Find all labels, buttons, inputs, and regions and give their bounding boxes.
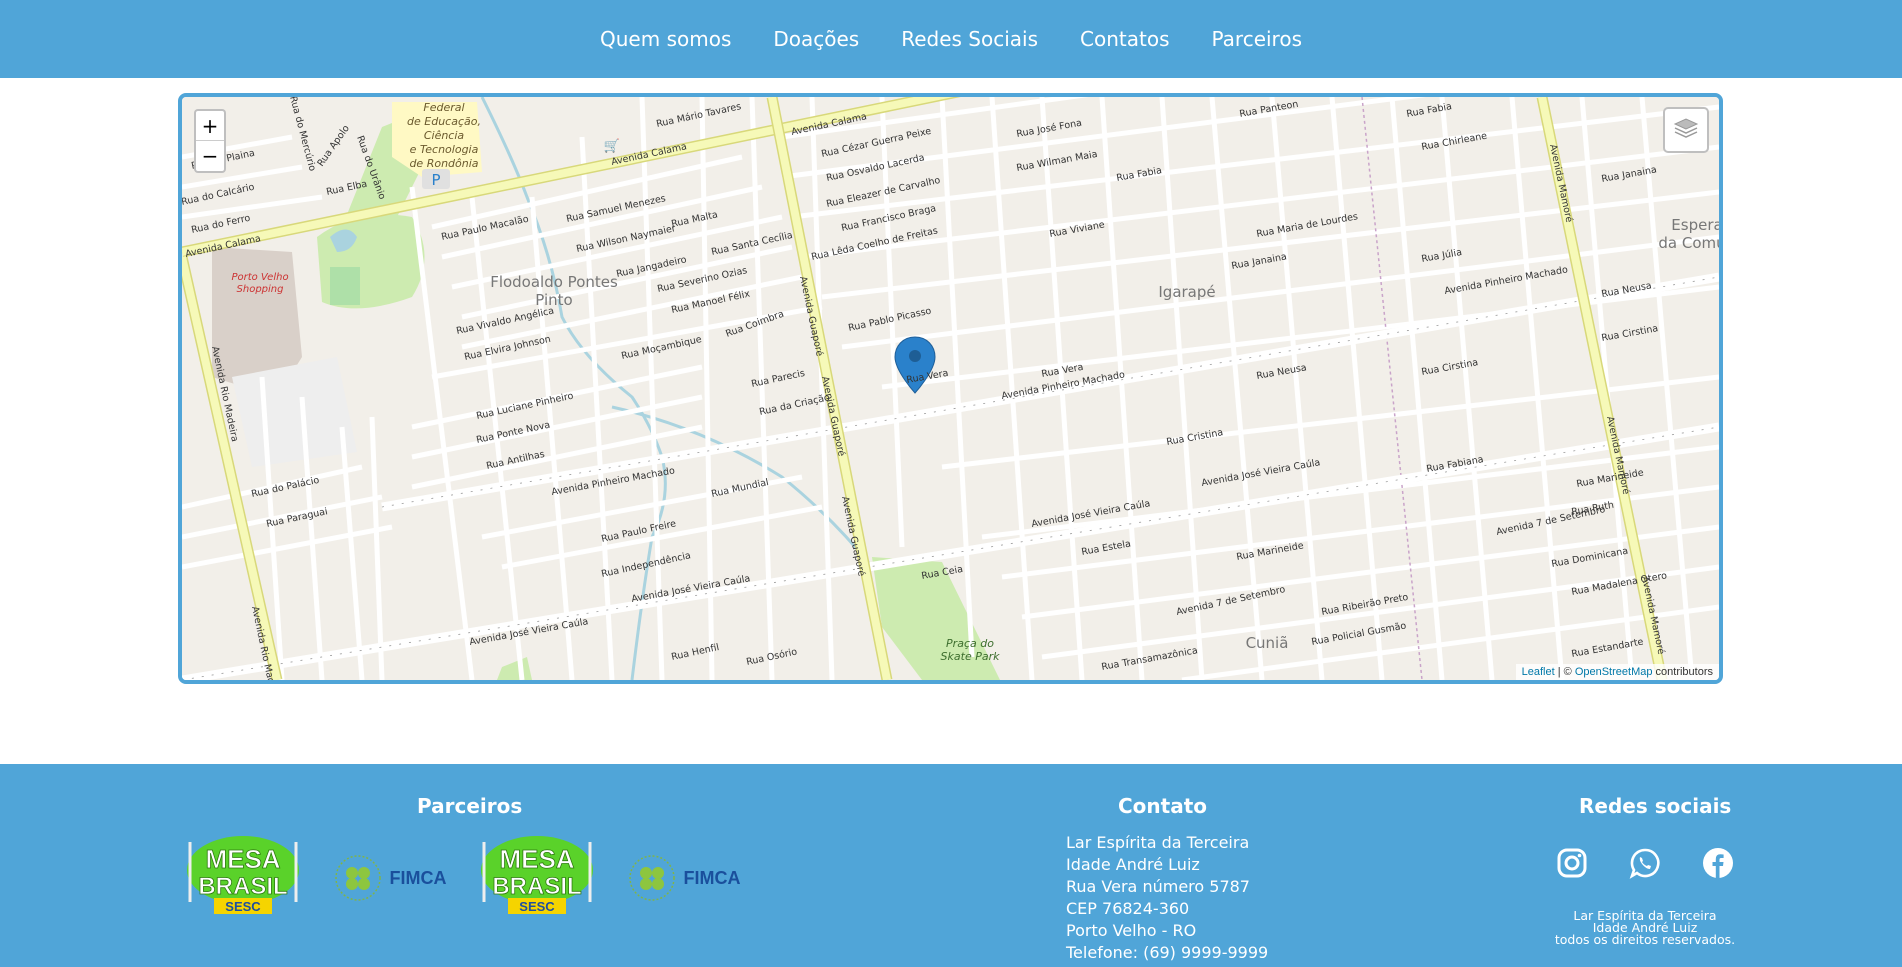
label-flodoaldo: Flodoaldo Pontes xyxy=(490,273,618,291)
svg-text:MESA: MESA xyxy=(499,844,574,874)
map-tiles[interactable]: Flodoaldo Pontes Pinto Igarapé Cuniã Esp… xyxy=(182,97,1719,680)
label-skate-2: Skate Park xyxy=(941,650,1001,663)
contact-line: Lar Espírita da Terceira xyxy=(1066,833,1250,852)
svg-text:BRASIL: BRASIL xyxy=(492,873,581,900)
map-container[interactable]: Flodoaldo Pontes Pinto Igarapé Cuniã Esp… xyxy=(178,93,1723,684)
label-federal-5: de Rondônia xyxy=(409,157,478,170)
label-esperanca: Espera xyxy=(1671,216,1719,234)
svg-text:FIMCA: FIMCA xyxy=(684,868,741,888)
svg-text:SESC: SESC xyxy=(519,899,555,914)
map-attribution: Leaflet | © OpenStreetMap contributors xyxy=(1515,664,1719,680)
zoom-control: + − xyxy=(194,109,226,173)
zoom-in-button[interactable]: + xyxy=(196,111,224,141)
mesa-brasil-logo[interactable]: MESA BRASIL SESC xyxy=(478,832,596,918)
label-igarape: Igarapé xyxy=(1158,283,1215,301)
svg-text:FIMCA: FIMCA xyxy=(390,868,447,888)
nav-contatos[interactable]: Contatos xyxy=(1080,27,1169,51)
contact-cep: CEP 76824-360 xyxy=(1066,899,1190,918)
svg-text:MESA: MESA xyxy=(205,844,280,874)
nav-redes-sociais[interactable]: Redes Sociais xyxy=(901,27,1038,51)
nav-parceiros[interactable]: Parceiros xyxy=(1212,27,1303,51)
leaflet-link[interactable]: Leaflet xyxy=(1522,666,1555,678)
park-field xyxy=(330,267,360,305)
copyright: Lar Espírita da Terceira Idade André Lui… xyxy=(1530,909,1760,947)
label-federal-3: Ciência xyxy=(424,129,465,142)
nav-quem-somos[interactable]: Quem somos xyxy=(600,27,731,51)
social-title: Redes sociais xyxy=(1579,794,1732,818)
fimca-logo[interactable]: FIMCA xyxy=(333,848,453,908)
label-shopping: Porto Velho xyxy=(231,272,288,283)
layers-button[interactable] xyxy=(1663,107,1709,153)
contact-address: Rua Vera número 5787 xyxy=(1066,877,1250,896)
attribution-sep: | © xyxy=(1554,666,1575,678)
facebook-icon[interactable] xyxy=(1699,844,1737,882)
copyright-line: todos os direitos reservados. xyxy=(1554,932,1736,947)
svg-text:SESC: SESC xyxy=(225,899,261,914)
osm-link[interactable]: OpenStreetMap xyxy=(1575,666,1653,678)
label-esperanca-2: da Comu xyxy=(1658,234,1719,252)
instagram-icon[interactable] xyxy=(1553,844,1591,882)
parking-icon: P xyxy=(431,171,440,189)
footer: Parceiros Contato Redes sociais MESA BRA… xyxy=(0,764,1902,967)
main-nav: Quem somos Doações Redes Sociais Contato… xyxy=(0,0,1902,78)
label-skate: Praça do xyxy=(946,637,994,650)
contact-info: Lar Espírita da Terceira Idade André Lui… xyxy=(1066,832,1268,964)
partners-title: Parceiros xyxy=(417,794,523,818)
header-bar: Quem somos Doações Redes Sociais Contato… xyxy=(0,0,1902,78)
parking-area xyxy=(232,357,357,467)
label-flodoaldo-2: Pinto xyxy=(535,291,572,309)
contact-title: Contato xyxy=(1118,794,1208,818)
label-federal: Federal xyxy=(423,101,464,114)
attribution-tail: contributors xyxy=(1652,666,1713,678)
contact-phone: Telefone: (69) 9999-9999 xyxy=(1066,943,1269,962)
label-cunia: Cuniã xyxy=(1246,634,1289,652)
zoom-out-button[interactable]: − xyxy=(196,141,224,171)
label-shopping-2: Shopping xyxy=(237,284,284,295)
shop-icon: 🛒 xyxy=(604,138,620,154)
mesa-brasil-logo[interactable]: MESA BRASIL SESC xyxy=(184,832,302,918)
layers-icon xyxy=(1673,115,1699,145)
svg-text:BRASIL: BRASIL xyxy=(198,873,287,900)
whatsapp-icon[interactable] xyxy=(1626,844,1664,882)
fimca-logo[interactable]: FIMCA xyxy=(627,848,747,908)
contact-city: Porto Velho - RO xyxy=(1066,921,1197,940)
label-federal-2: de Educação, xyxy=(407,115,481,128)
contact-line: Idade André Luiz xyxy=(1066,855,1200,874)
label-federal-4: e Tecnologia xyxy=(410,143,479,156)
nav-doacoes[interactable]: Doações xyxy=(773,27,859,51)
social-links xyxy=(1553,844,1737,882)
